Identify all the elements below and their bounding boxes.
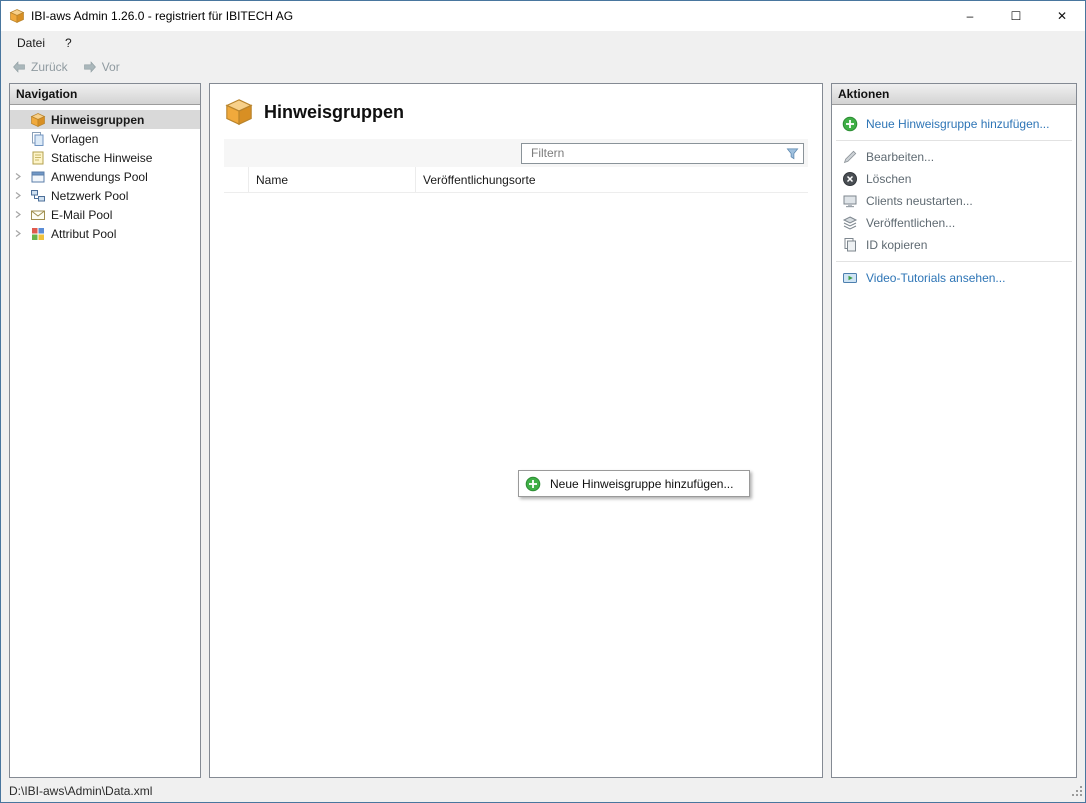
notice-groups-grid: Name Veröffentlichungsorte	[224, 139, 808, 763]
app-window: IBI-aws Admin 1.26.0 - registriert für I…	[0, 0, 1086, 803]
nav-item-anwendungs-pool[interactable]: Anwendungs Pool	[10, 167, 200, 186]
toolbar: Zurück Vor	[1, 55, 1085, 79]
minimize-button[interactable]: –	[947, 1, 993, 31]
main-panel: Hinweisgruppen Name Veröffentlichungsort…	[209, 83, 823, 778]
navigation-header: Navigation	[10, 84, 200, 105]
statusbar: D:\IBI-aws\Admin\Data.xml	[1, 780, 1085, 802]
nav-item-netzwerk-pool[interactable]: Netzwerk Pool	[10, 186, 200, 205]
navigation-panel: Navigation Hinweisgruppen Vorlagen	[9, 83, 201, 778]
chevron-right-icon[interactable]	[14, 189, 22, 203]
copy-id-icon	[842, 237, 858, 253]
action-label: Bearbeiten...	[866, 150, 934, 164]
titlebar: IBI-aws Admin 1.26.0 - registriert für I…	[1, 1, 1085, 31]
content-area: Navigation Hinweisgruppen Vorlagen	[1, 79, 1085, 780]
action-delete[interactable]: Löschen	[832, 168, 1076, 190]
action-label: Neue Hinweisgruppe hinzufügen...	[866, 117, 1049, 131]
chevron-right-icon[interactable]	[14, 227, 22, 241]
close-button[interactable]: ✕	[1039, 1, 1085, 31]
action-publish[interactable]: Veröffentlichen...	[832, 212, 1076, 234]
filter-band	[224, 139, 808, 167]
column-header-name[interactable]: Name	[249, 167, 416, 192]
navigation-tree: Hinweisgruppen Vorlagen Statische Hinwei…	[10, 105, 200, 243]
forward-label: Vor	[102, 60, 120, 74]
page-title: Hinweisgruppen	[264, 102, 404, 123]
application-pool-icon	[30, 169, 46, 185]
column-header-veroeffentlichungsorte[interactable]: Veröffentlichungsorte	[416, 167, 808, 192]
nav-item-hinweisgruppen[interactable]: Hinweisgruppen	[10, 110, 200, 129]
resize-grip-icon[interactable]	[1071, 785, 1084, 801]
nav-item-label: Vorlagen	[51, 132, 98, 146]
action-video-tutorials[interactable]: Video-Tutorials ansehen...	[832, 267, 1076, 289]
static-notice-icon	[30, 150, 46, 166]
actions-header: Aktionen	[832, 84, 1076, 105]
email-pool-icon	[30, 207, 46, 223]
delete-icon	[842, 171, 858, 187]
filter-input[interactable]	[521, 143, 804, 164]
forward-arrow-icon	[82, 59, 98, 75]
publish-icon	[842, 215, 858, 231]
chevron-right-icon[interactable]	[14, 170, 22, 184]
action-label: ID kopieren	[866, 238, 927, 252]
action-copy-id[interactable]: ID kopieren	[832, 234, 1076, 256]
add-shortcut-label: Neue Hinweisgruppe hinzufügen...	[550, 477, 733, 491]
maximize-button[interactable]: ☐	[993, 1, 1039, 31]
action-add-notice-group[interactable]: Neue Hinweisgruppe hinzufügen...	[832, 113, 1076, 135]
attribute-pool-icon	[30, 226, 46, 242]
menu-help[interactable]: ?	[55, 33, 82, 53]
separator	[836, 261, 1072, 262]
separator	[836, 140, 1072, 141]
action-label: Video-Tutorials ansehen...	[866, 271, 1005, 285]
notice-group-icon	[30, 112, 46, 128]
forward-button[interactable]: Vor	[82, 59, 120, 75]
nav-item-email-pool[interactable]: E-Mail Pool	[10, 205, 200, 224]
nav-item-label: Netzwerk Pool	[51, 189, 128, 203]
add-icon	[525, 476, 541, 492]
main-header: Hinweisgruppen	[210, 84, 822, 139]
nav-item-label: Statische Hinweise	[51, 151, 152, 165]
nav-item-attribut-pool[interactable]: Attribut Pool	[10, 224, 200, 243]
action-label: Veröffentlichen...	[866, 216, 955, 230]
template-icon	[30, 131, 46, 147]
window-controls: – ☐ ✕	[947, 1, 1085, 31]
action-edit[interactable]: Bearbeiten...	[832, 146, 1076, 168]
network-pool-icon	[30, 188, 46, 204]
app-icon	[9, 8, 25, 24]
nav-item-label: Attribut Pool	[51, 227, 116, 241]
menubar: Datei ?	[1, 31, 1085, 55]
data-file-path: D:\IBI-aws\Admin\Data.xml	[9, 784, 152, 798]
nav-item-label: E-Mail Pool	[51, 208, 112, 222]
action-restart-clients[interactable]: Clients neustarten...	[832, 190, 1076, 212]
pencil-icon	[842, 149, 858, 165]
action-label: Löschen	[866, 172, 911, 186]
back-arrow-icon	[11, 59, 27, 75]
menu-datei[interactable]: Datei	[7, 33, 55, 53]
actions-panel: Aktionen Neue Hinweisgruppe hinzufügen..…	[831, 83, 1077, 778]
nav-item-label: Anwendungs Pool	[51, 170, 148, 184]
filter-box	[521, 143, 804, 164]
column-spacer	[224, 167, 249, 192]
filter-funnel-icon[interactable]	[785, 146, 800, 161]
restart-clients-icon	[842, 193, 858, 209]
table-header: Name Veröffentlichungsorte	[224, 167, 808, 193]
chevron-right-icon[interactable]	[14, 208, 22, 222]
add-icon	[842, 116, 858, 132]
window-title: IBI-aws Admin 1.26.0 - registriert für I…	[31, 9, 293, 23]
nav-item-statische-hinweise[interactable]: Statische Hinweise	[10, 148, 200, 167]
video-tutorials-icon	[842, 270, 858, 286]
add-notice-group-shortcut[interactable]: Neue Hinweisgruppe hinzufügen...	[518, 470, 750, 497]
back-button[interactable]: Zurück	[11, 59, 68, 75]
notice-group-large-icon	[224, 97, 254, 127]
nav-item-vorlagen[interactable]: Vorlagen	[10, 129, 200, 148]
nav-item-label: Hinweisgruppen	[51, 113, 144, 127]
action-label: Clients neustarten...	[866, 194, 973, 208]
back-label: Zurück	[31, 60, 68, 74]
actions-list: Neue Hinweisgruppe hinzufügen... Bearbei…	[832, 105, 1076, 289]
